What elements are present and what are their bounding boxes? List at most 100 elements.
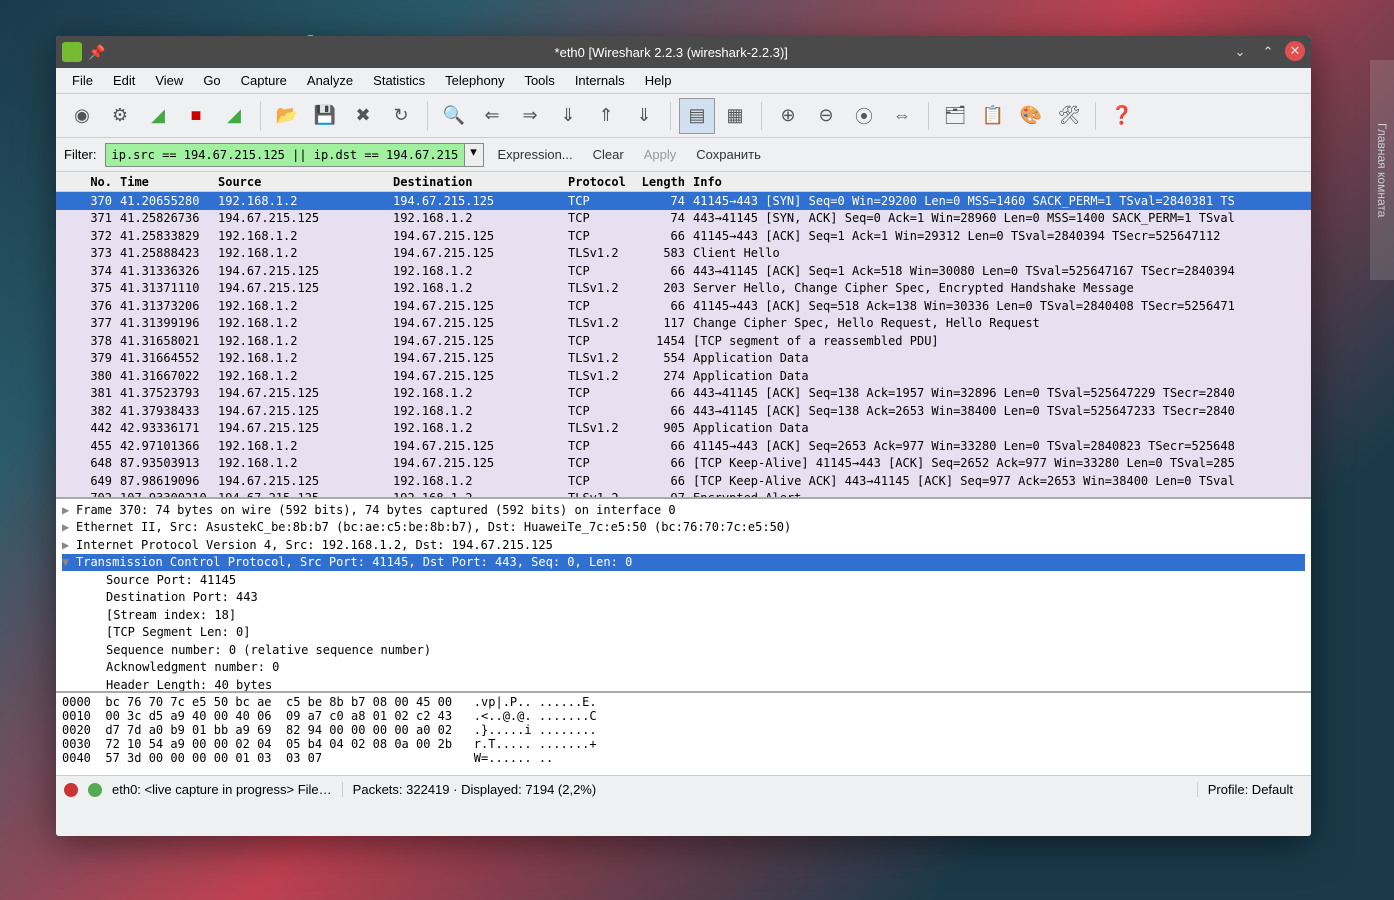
expand-icon[interactable]: ▶: [62, 520, 76, 534]
zoom-out-icon[interactable]: ⊖: [808, 98, 844, 134]
menu-go[interactable]: Go: [195, 70, 228, 91]
col-destination[interactable]: Destination: [389, 175, 564, 189]
expand-icon[interactable]: ▼: [62, 555, 76, 569]
table-row[interactable]: 702107.93300210194.67.215.125192.168.1.2…: [56, 490, 1311, 500]
close-file-icon[interactable]: ✖: [345, 98, 381, 134]
pin-icon[interactable]: 📌: [88, 44, 105, 61]
menu-view[interactable]: View: [147, 70, 191, 91]
table-row[interactable]: 45542.97101366192.168.1.2194.67.215.125T…: [56, 437, 1311, 455]
table-row[interactable]: 37441.31336326194.67.215.125192.168.1.2T…: [56, 262, 1311, 280]
expand-icon[interactable]: ▶: [62, 538, 76, 552]
menu-analyze[interactable]: Analyze: [299, 70, 361, 91]
open-icon[interactable]: 📂: [269, 98, 305, 134]
detail-row[interactable]: Destination Port: 443: [62, 589, 1305, 607]
stop-capture-icon[interactable]: ■: [178, 98, 214, 134]
table-row[interactable]: 37741.31399196192.168.1.2194.67.215.125T…: [56, 315, 1311, 333]
clear-button[interactable]: Clear: [587, 147, 630, 162]
detail-row[interactable]: [Stream index: 18]: [62, 606, 1305, 624]
filter-dropdown-icon[interactable]: ▾: [464, 143, 484, 167]
status-capture: eth0: <live capture in progress> File…: [112, 782, 332, 797]
menu-help[interactable]: Help: [637, 70, 680, 91]
menu-telephony[interactable]: Telephony: [437, 70, 512, 91]
table-row[interactable]: 37241.25833829192.168.1.2194.67.215.125T…: [56, 227, 1311, 245]
menu-edit[interactable]: Edit: [105, 70, 143, 91]
close-button[interactable]: ✕: [1285, 41, 1305, 61]
help-icon[interactable]: ❓: [1104, 98, 1140, 134]
expert-info-icon[interactable]: [64, 783, 78, 797]
packet-list-body[interactable]: 37041.20655280192.168.1.2194.67.215.125T…: [56, 192, 1311, 499]
maximize-button[interactable]: ⌃: [1257, 41, 1279, 63]
col-info[interactable]: Info: [689, 175, 1311, 189]
packet-details-pane[interactable]: ▶Frame 370: 74 bytes on wire (592 bits),…: [56, 499, 1311, 693]
go-to-packet-icon[interactable]: ⇓: [550, 98, 586, 134]
table-row[interactable]: 37841.31658021192.168.1.2194.67.215.125T…: [56, 332, 1311, 350]
detail-row[interactable]: ▶Frame 370: 74 bytes on wire (592 bits),…: [62, 501, 1305, 519]
table-row[interactable]: 37341.25888423192.168.1.2194.67.215.125T…: [56, 245, 1311, 263]
detail-row[interactable]: Acknowledgment number: 0: [62, 659, 1305, 677]
table-row[interactable]: 37141.25826736194.67.215.125192.168.1.2T…: [56, 210, 1311, 228]
menu-tools[interactable]: Tools: [516, 70, 562, 91]
save-icon[interactable]: 💾: [307, 98, 343, 134]
find-icon[interactable]: 🔍: [436, 98, 472, 134]
packet-list-pane: No. Time Source Destination Protocol Len…: [56, 172, 1311, 499]
auto-scroll-icon[interactable]: ▦: [717, 98, 753, 134]
expression-button[interactable]: Expression...: [492, 147, 579, 162]
detail-row[interactable]: Header Length: 40 bytes: [62, 676, 1305, 693]
table-row[interactable]: 64887.93503913192.168.1.2194.67.215.125T…: [56, 455, 1311, 473]
restart-capture-icon[interactable]: ◢: [216, 98, 252, 134]
detail-row[interactable]: ▼Transmission Control Protocol, Src Port…: [62, 554, 1305, 572]
detail-row[interactable]: [TCP Segment Len: 0]: [62, 624, 1305, 642]
colorize-icon[interactable]: ▤: [679, 98, 715, 134]
resize-columns-icon[interactable]: ⇔: [884, 98, 920, 134]
col-length[interactable]: Length: [634, 175, 689, 189]
coloring-rules-icon[interactable]: 🎨: [1013, 98, 1049, 134]
menu-internals[interactable]: Internals: [567, 70, 633, 91]
menu-statistics[interactable]: Statistics: [365, 70, 433, 91]
display-filters-icon[interactable]: 📋: [975, 98, 1011, 134]
packet-bytes-pane[interactable]: 0000 bc 76 70 7c e5 50 bc ae c5 be 8b b7…: [56, 693, 1311, 775]
detail-row[interactable]: ▶Internet Protocol Version 4, Src: 192.1…: [62, 536, 1305, 554]
capture-filters-icon[interactable]: 🗂: [937, 98, 973, 134]
interfaces-icon[interactable]: ◉: [64, 98, 100, 134]
go-first-icon[interactable]: ⇑: [588, 98, 624, 134]
table-row[interactable]: 37541.31371110194.67.215.125192.168.1.2T…: [56, 280, 1311, 298]
table-row[interactable]: 38041.31667022192.168.1.2194.67.215.125T…: [56, 367, 1311, 385]
preferences-icon[interactable]: 🛠: [1051, 98, 1087, 134]
filter-label: Filter:: [64, 147, 97, 162]
status-profile[interactable]: Profile: Default: [1197, 782, 1303, 797]
options-icon[interactable]: ⚙: [102, 98, 138, 134]
menu-file[interactable]: File: [64, 70, 101, 91]
table-row[interactable]: 44242.93336171194.67.215.125192.168.1.2T…: [56, 420, 1311, 438]
col-source[interactable]: Source: [214, 175, 389, 189]
minimize-button[interactable]: ⌄: [1229, 41, 1251, 63]
detail-row[interactable]: ▶Ethernet II, Src: AsustekC_be:8b:b7 (bc…: [62, 519, 1305, 537]
col-no[interactable]: No.: [56, 175, 116, 189]
table-row[interactable]: 64987.98619096194.67.215.125192.168.1.2T…: [56, 472, 1311, 490]
go-last-icon[interactable]: ⇓: [626, 98, 662, 134]
table-row[interactable]: 37041.20655280192.168.1.2194.67.215.125T…: [56, 192, 1311, 210]
col-time[interactable]: Time: [116, 175, 214, 189]
status-packets: Packets: 322419 · Displayed: 7194 (2,2%): [342, 782, 1187, 797]
detail-row[interactable]: Sequence number: 0 (relative sequence nu…: [62, 641, 1305, 659]
capture-comment-icon[interactable]: [88, 783, 102, 797]
packet-list-header[interactable]: No. Time Source Destination Protocol Len…: [56, 172, 1311, 192]
zoom-in-icon[interactable]: ⊕: [770, 98, 806, 134]
start-capture-icon[interactable]: ◢: [140, 98, 176, 134]
save-filter-button[interactable]: Сохранить: [690, 147, 767, 162]
col-protocol[interactable]: Protocol: [564, 175, 634, 189]
table-row[interactable]: 37641.31373206192.168.1.2194.67.215.125T…: [56, 297, 1311, 315]
side-panel-tab[interactable]: Главная комната: [1370, 60, 1394, 280]
zoom-reset-icon[interactable]: ⦿: [846, 98, 882, 134]
go-back-icon[interactable]: ⇐: [474, 98, 510, 134]
toolbar: ◉ ⚙ ◢ ■ ◢ 📂 💾 ✖ ↻ 🔍 ⇐ ⇒ ⇓ ⇑ ⇓ ▤ ▦ ⊕ ⊖ ⦿ …: [56, 94, 1311, 138]
apply-button[interactable]: Apply: [638, 147, 683, 162]
go-forward-icon[interactable]: ⇒: [512, 98, 548, 134]
table-row[interactable]: 38241.37938433194.67.215.125192.168.1.2T…: [56, 402, 1311, 420]
table-row[interactable]: 38141.37523793194.67.215.125192.168.1.2T…: [56, 385, 1311, 403]
table-row[interactable]: 37941.31664552192.168.1.2194.67.215.125T…: [56, 350, 1311, 368]
reload-icon[interactable]: ↻: [383, 98, 419, 134]
expand-icon[interactable]: ▶: [62, 503, 76, 517]
detail-row[interactable]: Source Port: 41145: [62, 571, 1305, 589]
filter-input[interactable]: [105, 143, 465, 167]
menu-capture[interactable]: Capture: [233, 70, 295, 91]
